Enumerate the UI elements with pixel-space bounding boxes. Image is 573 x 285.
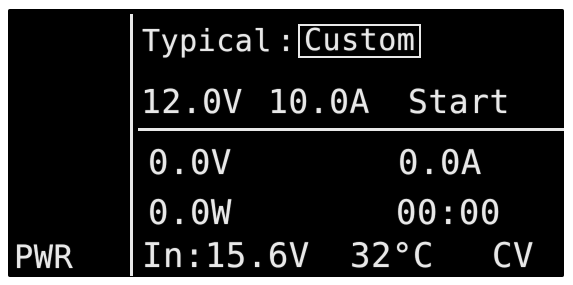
input-voltage: In:15.6V (142, 236, 310, 276)
setpoint-current[interactable]: 10.0A (268, 85, 370, 118)
output-power: 0.0W (148, 193, 232, 233)
output-voltage: 0.0V (148, 143, 232, 183)
horizontal-divider (138, 128, 564, 131)
pwr-label: PWR (14, 238, 74, 276)
start-button[interactable]: Start (408, 85, 510, 118)
temperature-readout: 32°C (350, 236, 434, 276)
lcd-screen: Typical : Custom 12.0V 10.0A Start 0.0V … (8, 9, 564, 277)
setpoint-voltage[interactable]: 12.0V (141, 85, 243, 118)
mode-label: Typical (142, 24, 272, 59)
vertical-divider (130, 14, 133, 276)
output-timer: 00:00 (396, 193, 501, 233)
regulation-mode: CV (492, 236, 534, 276)
mode-separator: : (277, 24, 296, 59)
output-current: 0.0A (398, 143, 482, 183)
mode-selector[interactable]: Custom (298, 24, 422, 58)
